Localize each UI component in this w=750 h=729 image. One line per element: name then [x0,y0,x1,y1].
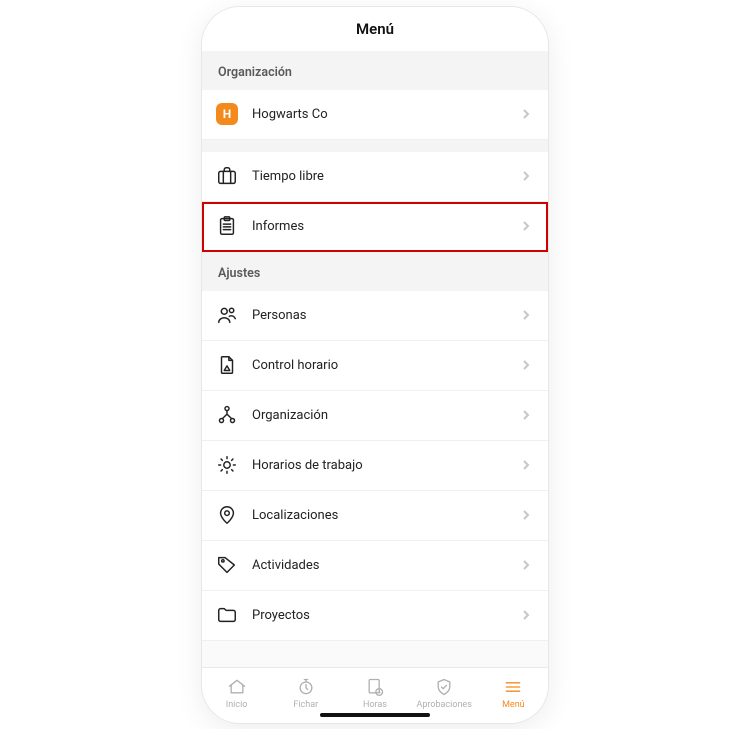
row-label: Personas [252,308,518,323]
screen-title: Menú [356,20,394,38]
row-label: Control horario [252,358,518,373]
chevron-right-icon [518,607,534,623]
menu-icon [503,677,523,697]
chevron-right-icon [518,507,534,523]
menu-content: Organización H Hogwarts Co Tiempo libre … [202,51,548,667]
tab-label: Menú [502,700,525,710]
row-label: Localizaciones [252,508,518,523]
row-work-schedules[interactable]: Horarios de trabajo [202,441,548,491]
home-icon [227,677,247,697]
tab-label: Inicio [226,700,248,710]
tab-label: Horas [363,700,387,710]
chevron-right-icon [518,457,534,473]
screen-header: Menú [202,7,548,51]
stopwatch-icon [296,677,316,697]
phone-frame: Menú Organización H Hogwarts Co Tiempo l… [202,7,548,723]
chevron-right-icon [518,168,534,184]
tab-label: Aprobaciones [416,700,471,710]
row-projects[interactable]: Proyectos [202,591,548,641]
company-avatar: H [216,103,238,125]
row-label: Proyectos [252,608,518,623]
section-header-settings: Ajustes [202,252,548,291]
clipboard-icon [216,215,238,237]
row-organization[interactable]: Organización [202,391,548,441]
timesheet-icon [365,677,385,697]
shield-check-icon [434,677,454,697]
row-people[interactable]: Personas [202,291,548,341]
section-gap [202,140,548,152]
row-company[interactable]: H Hogwarts Co [202,90,548,140]
home-indicator [320,713,430,717]
row-time-off[interactable]: Tiempo libre [202,152,548,202]
chevron-right-icon [518,557,534,573]
org-tree-icon [216,404,238,426]
chevron-right-icon [518,357,534,373]
chevron-right-icon [518,307,534,323]
document-alert-icon [216,354,238,376]
location-pin-icon [216,504,238,526]
tab-home[interactable]: Inicio [207,677,267,710]
chevron-right-icon [518,218,534,234]
folder-icon [216,604,238,626]
row-reports[interactable]: Informes [202,202,548,252]
row-activities[interactable]: Actividades [202,541,548,591]
row-locations[interactable]: Localizaciones [202,491,548,541]
tab-label: Fichar [293,700,318,710]
people-icon [216,304,238,326]
tab-clock-in[interactable]: Fichar [276,677,336,710]
section-header-organization: Organización [202,51,548,90]
row-label: Tiempo libre [252,169,518,184]
row-label: Informes [252,219,518,234]
tab-menu[interactable]: Menú [483,677,543,710]
chevron-right-icon [518,106,534,122]
tag-icon [216,554,238,576]
row-time-control[interactable]: Control horario [202,341,548,391]
tab-hours[interactable]: Horas [345,677,405,710]
tab-approvals[interactable]: Aprobaciones [414,677,474,710]
row-label: Horarios de trabajo [252,458,518,473]
chevron-right-icon [518,407,534,423]
suitcase-icon [216,165,238,187]
sun-icon [216,454,238,476]
row-label: Organización [252,408,518,423]
company-name: Hogwarts Co [252,107,518,122]
row-label: Actividades [252,558,518,573]
